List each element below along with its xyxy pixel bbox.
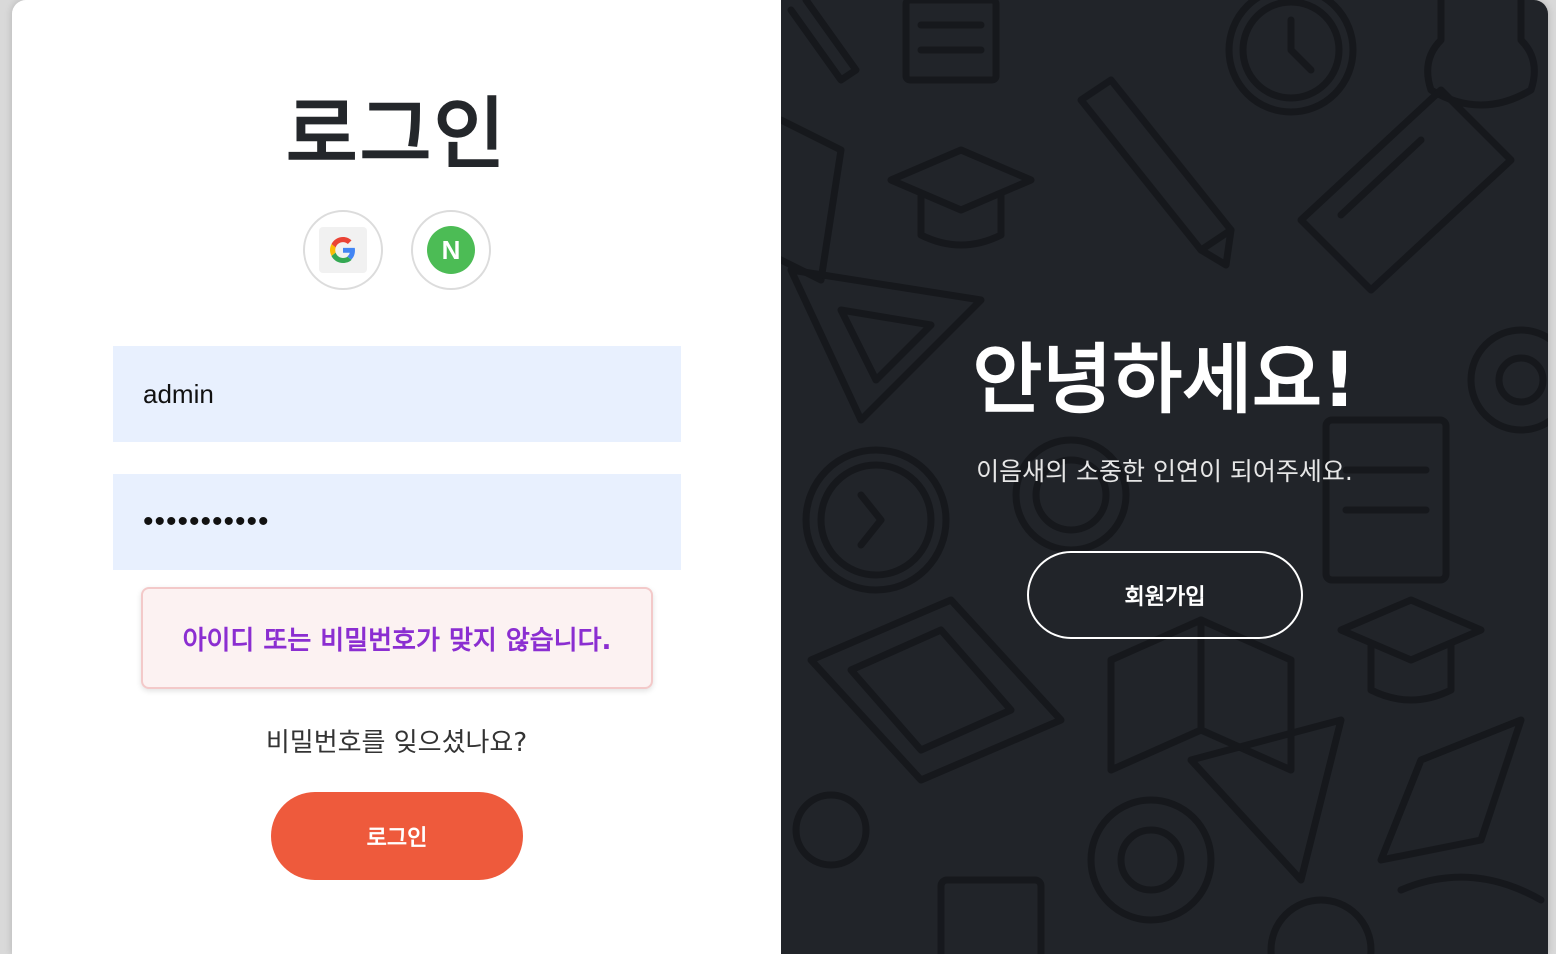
- auth-window: 로그인 N 아이디 또는 비밀번호가 맞지 않습니다. 비밀번호를 잊으셨나요?…: [12, 0, 1548, 954]
- username-input[interactable]: [113, 346, 681, 442]
- forgot-password-link[interactable]: 비밀번호를 잊으셨나요?: [12, 722, 781, 759]
- login-title: 로그인: [285, 90, 508, 180]
- welcome-heading: 안녕하세요!: [972, 335, 1357, 424]
- signup-button[interactable]: 회원가입: [1027, 551, 1303, 639]
- error-message: 아이디 또는 비밀번호가 맞지 않습니다.: [141, 587, 653, 689]
- login-button[interactable]: 로그인: [271, 792, 523, 880]
- password-input[interactable]: [113, 474, 681, 570]
- login-panel: 로그인 N 아이디 또는 비밀번호가 맞지 않습니다. 비밀번호를 잊으셨나요?…: [12, 0, 781, 954]
- naver-login-button[interactable]: N: [411, 210, 491, 290]
- google-icon: [319, 227, 367, 273]
- welcome-panel: 안녕하세요! 이음새의 소중한 인연이 되어주세요. 회원가입: [781, 0, 1548, 954]
- naver-icon: N: [427, 226, 475, 274]
- welcome-subtext: 이음새의 소중한 인연이 되어주세요.: [976, 457, 1353, 486]
- google-login-button[interactable]: [303, 210, 383, 290]
